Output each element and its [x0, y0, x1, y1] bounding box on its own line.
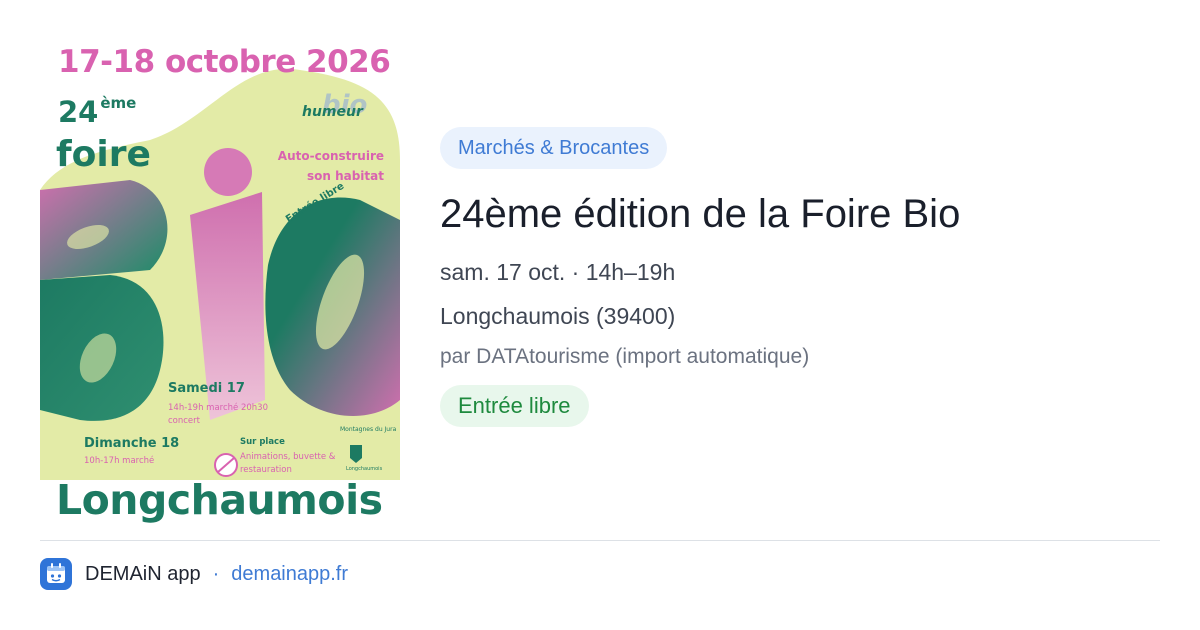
event-location: Longchaumois (39400)	[440, 303, 676, 329]
event-details: Marchés & Brocantes 24ème édition de la …	[440, 127, 1160, 427]
poster-edition-suffix: ème	[100, 94, 137, 112]
footer-divider	[40, 540, 1160, 541]
poster-dimanche-title: Dimanche 18	[84, 436, 180, 451]
event-source: par DATAtourisme (import automatique)	[440, 345, 810, 368]
poster-edition: 24 ème	[58, 94, 136, 129]
poster-dimanche-lines: 10h-17h marché	[84, 456, 155, 466]
poster-dates: 17-18 octobre 2026	[58, 44, 391, 80]
footer-separator: ·	[212, 562, 220, 585]
poster-sur-place-lines: Animations, buvette & restauration	[240, 452, 336, 475]
event-datetime: sam. 17 oct. · 14h–19h	[440, 259, 676, 285]
price-badge: Entrée libre	[440, 385, 589, 427]
poster-town: Longchaumois	[56, 476, 383, 523]
event-poster: 17-18 octobre 2026 24 ème foire bio humeu…	[40, 40, 400, 523]
poster-foire: foire	[56, 134, 151, 175]
poster-theme: Auto-construire son habitat	[277, 149, 384, 183]
poster-sur-place-title: Sur place	[240, 437, 285, 447]
poster-mairie-logo: Longchaumois	[346, 466, 383, 472]
poster-partner-logo: Montagnes du Jura	[340, 426, 397, 433]
app-name: DEMAiN app	[85, 562, 201, 585]
app-url-link[interactable]: demainapp.fr	[231, 563, 348, 586]
poster-samedi-lines: 14h-19h marché 20h30 concert	[168, 403, 268, 426]
event-title: 24ème édition de la Foire Bio	[440, 192, 961, 236]
poster-humeur: humeur	[302, 104, 363, 120]
app-logo-icon	[40, 558, 72, 590]
poster-samedi-title: Samedi 17	[168, 381, 245, 396]
footer: DEMAiN app · demainapp.fr	[40, 558, 348, 590]
category-chip[interactable]: Marchés & Brocantes	[440, 127, 668, 169]
poster-edition-number: 24	[58, 95, 99, 129]
